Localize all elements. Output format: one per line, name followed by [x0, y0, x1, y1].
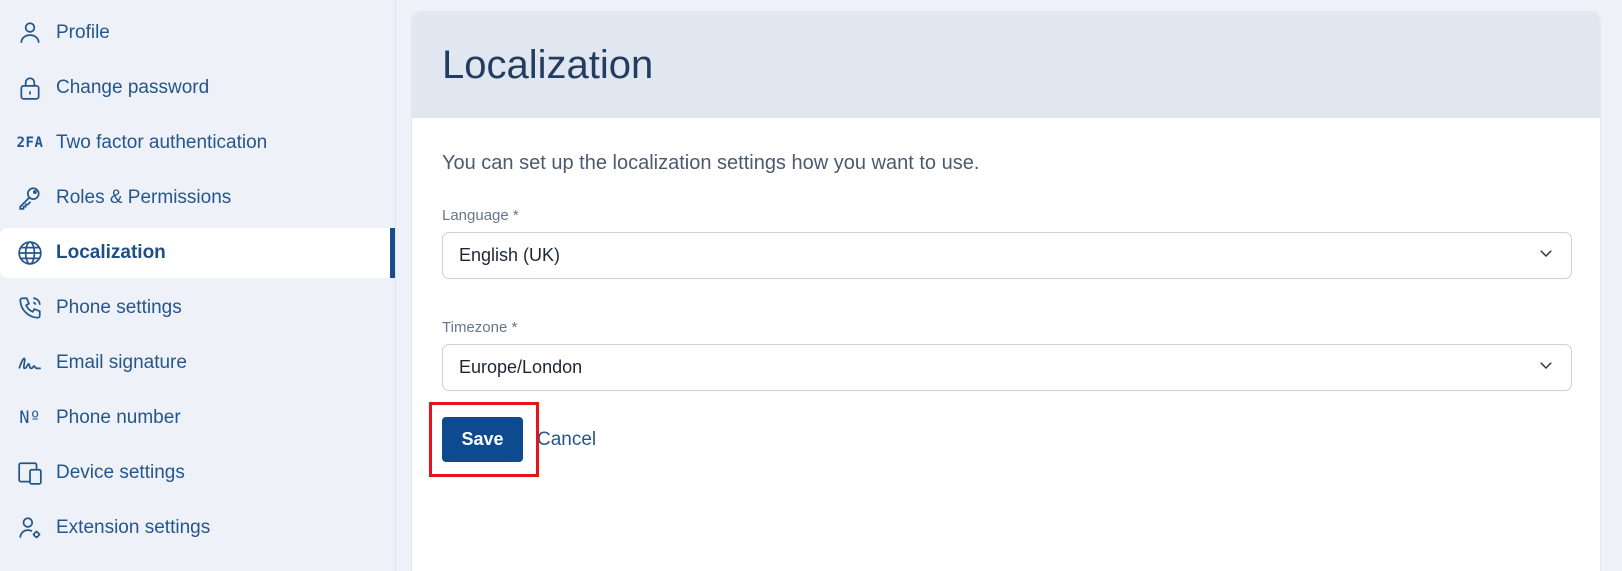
- page-title: Localization: [442, 42, 654, 87]
- localization-panel: Localization You can set up the localiza…: [411, 11, 1601, 571]
- 2fa-icon: 2FA: [16, 135, 44, 151]
- devices-icon: [16, 459, 44, 487]
- sidebar-item-label: Email signature: [56, 352, 187, 373]
- timezone-label: Timezone *: [442, 319, 518, 336]
- sidebar-item-label: Localization: [56, 242, 166, 263]
- signature-icon: [16, 349, 44, 377]
- sidebar-item-label: Roles & Permissions: [56, 187, 232, 208]
- panel-header: Localization: [412, 12, 1600, 118]
- timezone-field: Timezone * Europe/London: [442, 319, 1572, 391]
- lock-icon: [16, 74, 44, 102]
- key-icon: [16, 184, 44, 212]
- person-icon: [16, 19, 44, 47]
- sidebar-item-label: Change password: [56, 77, 210, 98]
- sidebar-item-label: Profile: [56, 22, 110, 43]
- timezone-select[interactable]: Europe/London: [442, 344, 1572, 391]
- chevron-down-icon: [1537, 356, 1555, 379]
- sidebar-item-two-factor[interactable]: 2FA Two factor authentication: [0, 118, 395, 168]
- language-label: Language *: [442, 207, 519, 224]
- sidebar-item-change-password[interactable]: Change password: [0, 63, 395, 113]
- cancel-button[interactable]: Cancel: [537, 429, 596, 451]
- sidebar: Profile Change password 2FA Two factor a…: [0, 0, 396, 571]
- sidebar-item-label: Phone number: [56, 407, 181, 428]
- sidebar-item-label: Phone settings: [56, 297, 182, 318]
- timezone-value: Europe/London: [459, 357, 583, 377]
- numero-icon: Nº: [19, 408, 41, 428]
- phone-icon: [16, 294, 44, 322]
- save-button[interactable]: Save: [442, 417, 523, 462]
- sidebar-item-label: Two factor authentication: [56, 132, 268, 153]
- app: Profile Change password 2FA Two factor a…: [0, 0, 1622, 571]
- language-field: Language * English (UK): [442, 207, 1572, 279]
- sidebar-item-roles-permissions[interactable]: Roles & Permissions: [0, 173, 395, 223]
- chevron-down-icon: [1537, 244, 1555, 267]
- language-select[interactable]: English (UK): [442, 232, 1572, 279]
- globe-icon: [16, 239, 44, 267]
- language-value: English (UK): [459, 245, 561, 265]
- sidebar-item-device-settings[interactable]: Device settings: [0, 448, 395, 498]
- sidebar-item-localization[interactable]: Localization: [0, 228, 395, 278]
- intro-text: You can set up the localization settings…: [442, 152, 980, 174]
- sidebar-item-profile[interactable]: Profile: [0, 8, 395, 58]
- sidebar-item-phone-settings[interactable]: Phone settings: [0, 283, 395, 333]
- sidebar-item-extension-settings[interactable]: Extension settings: [0, 503, 395, 553]
- panel-body: You can set up the localization settings…: [412, 118, 1600, 477]
- user-settings-icon: [16, 514, 44, 542]
- sidebar-item-label: Device settings: [56, 462, 185, 483]
- sidebar-item-email-signature[interactable]: Email signature: [0, 338, 395, 388]
- sidebar-item-label: Extension settings: [56, 517, 211, 538]
- sidebar-item-phone-number[interactable]: Nº Phone number: [0, 393, 395, 443]
- form-actions: Save Cancel: [429, 402, 1570, 477]
